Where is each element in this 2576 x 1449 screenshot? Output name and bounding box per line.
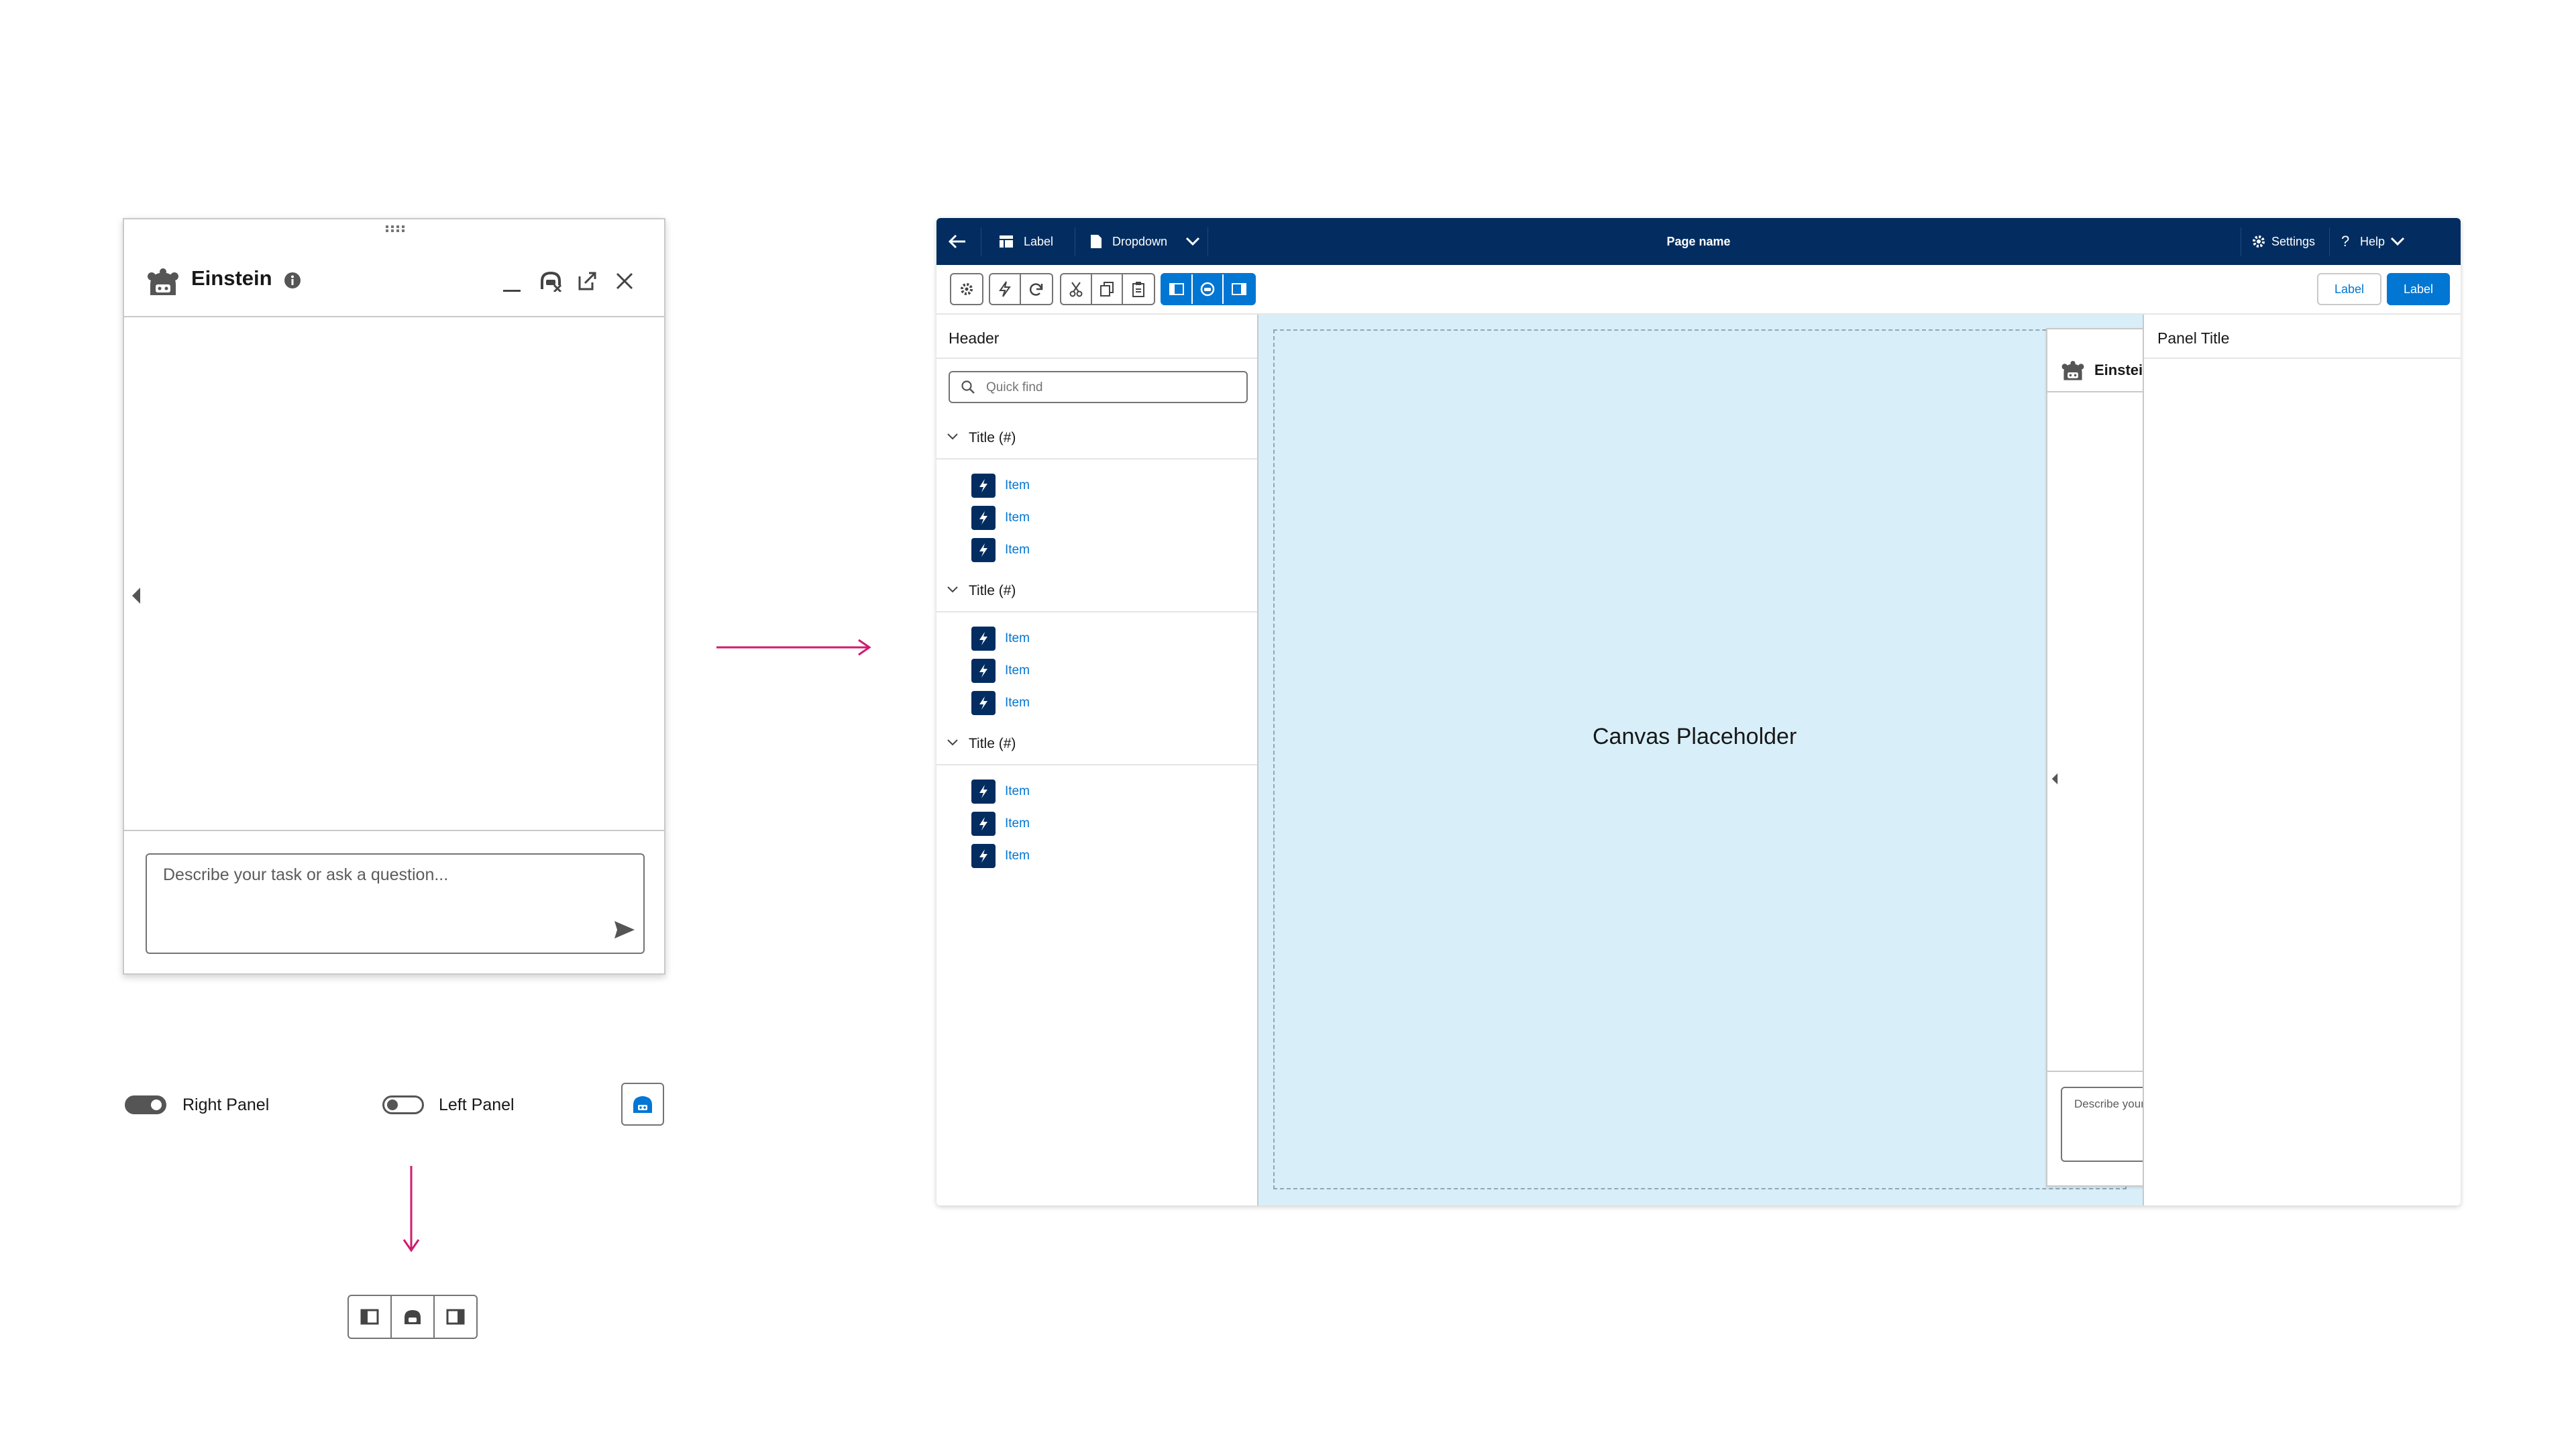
help-button[interactable]: Help: [2360, 218, 2385, 265]
close-icon[interactable]: [612, 269, 637, 293]
global-header: Label Dropdown Page name Settings ? Help: [936, 218, 2461, 265]
panel-toggle-group: [1161, 273, 1256, 305]
right-panel-toggle[interactable]: [125, 1095, 166, 1114]
right-panel-button[interactable]: [435, 1296, 476, 1338]
redo-button[interactable]: [1021, 274, 1052, 304]
einstein-floating-panel: Einstein Describe your task or ask a que…: [123, 218, 665, 975]
einstein-icon: [146, 268, 180, 297]
gear-icon: [2251, 234, 2266, 249]
app-window: Label Dropdown Page name Settings ? Help: [936, 218, 2461, 1205]
einstein-button[interactable]: [392, 1296, 435, 1338]
panel-title: Einstein: [191, 266, 272, 290]
clipboard-group: [1060, 273, 1155, 305]
left-panel-label: Left Panel: [439, 1095, 515, 1114]
collapse-left-icon[interactable]: [2050, 772, 2059, 786]
input-placeholder: Describe your task or ask a question...: [163, 865, 449, 884]
lightning-icon: [971, 474, 996, 498]
left-panel-button[interactable]: [349, 1296, 392, 1338]
collapse-left-icon[interactable]: [131, 587, 142, 604]
copy-button[interactable]: [1092, 274, 1123, 304]
right-arrow-icon: [716, 637, 872, 657]
info-icon[interactable]: [282, 270, 303, 290]
section-title[interactable]: Title (#): [936, 568, 1257, 612]
panel-header: Einstein: [124, 239, 664, 317]
question-input[interactable]: Describe your task or ask a question...: [146, 853, 645, 954]
list-item[interactable]: Item: [971, 779, 1030, 804]
section-title[interactable]: Title (#): [936, 721, 1257, 765]
left-panel-toggle-button[interactable]: [1162, 274, 1193, 304]
neutral-label-button[interactable]: Label: [2317, 273, 2381, 305]
list-item[interactable]: Item: [971, 505, 1030, 531]
canvas-dropzone: [1273, 329, 2127, 1189]
chevron-down-icon: [946, 737, 959, 748]
properties-panel: Panel Title: [2143, 315, 2461, 1205]
help-chevron-down-icon[interactable]: [2390, 233, 2406, 250]
palette-header: Header: [936, 315, 1257, 359]
component-palette: Header Quick find Title (#) Item Item It…: [936, 315, 1258, 1205]
lightning-icon: [971, 691, 996, 715]
list-item[interactable]: Item: [971, 843, 1030, 869]
list-item[interactable]: Item: [971, 811, 1030, 837]
builder-toolbar: Label Label: [936, 265, 2461, 315]
einstein-off-icon[interactable]: [537, 268, 564, 294]
label-link[interactable]: Label: [1024, 218, 1053, 265]
list-item[interactable]: Item: [971, 626, 1030, 651]
list-item[interactable]: Item: [971, 537, 1030, 563]
canvas-placeholder: Canvas Placeholder: [1593, 724, 1797, 749]
table-icon: [998, 233, 1014, 250]
left-panel-toggle[interactable]: [382, 1095, 424, 1114]
right-panel-toggle-button[interactable]: [1224, 274, 1254, 304]
einstein-toggle-button[interactable]: [1193, 274, 1224, 304]
lightning-button[interactable]: [990, 274, 1021, 304]
lightning-icon: [971, 659, 996, 683]
cut-button[interactable]: [1061, 274, 1092, 304]
popout-icon[interactable]: [575, 269, 599, 293]
lightning-icon: [971, 538, 996, 562]
lightning-icon: [971, 506, 996, 530]
quick-find-placeholder: Quick find: [986, 380, 1043, 394]
brand-label-button[interactable]: Label: [2387, 273, 2450, 305]
list-item[interactable]: Item: [971, 658, 1030, 684]
chevron-down-icon: [946, 431, 959, 442]
page-name: Page name: [1666, 235, 1731, 248]
right-panel-label: Right Panel: [182, 1095, 270, 1114]
lightning-icon: [971, 780, 996, 804]
list-item[interactable]: Item: [971, 473, 1030, 498]
panel-layout-button-group: [347, 1295, 478, 1339]
einstein-launch-button[interactable]: [621, 1083, 664, 1126]
composer: Describe your task or ask a question...: [124, 830, 664, 975]
back-arrow-icon[interactable]: [946, 230, 969, 253]
panel-title: Panel Title: [2144, 315, 2461, 359]
lightning-icon: [971, 844, 996, 868]
settings-group: [950, 273, 983, 305]
send-icon[interactable]: [612, 919, 637, 941]
drag-grip-icon[interactable]: [386, 225, 405, 232]
lightning-icon: [971, 627, 996, 651]
chevron-down-icon[interactable]: [1185, 233, 1201, 250]
canvas[interactable]: Canvas Placeholder Einstein Describe you…: [1258, 315, 2447, 1205]
search-icon: [961, 380, 975, 394]
gear-button[interactable]: [951, 274, 982, 304]
einstein-icon: [2059, 360, 2086, 382]
chevron-down-icon: [946, 584, 959, 595]
lightning-icon: [971, 812, 996, 836]
list-item[interactable]: Item: [971, 690, 1030, 716]
minimize-icon[interactable]: [500, 270, 524, 294]
dropdown-button[interactable]: Dropdown: [1112, 218, 1167, 265]
document-icon: [1088, 233, 1104, 250]
settings-button[interactable]: Settings: [2271, 218, 2315, 265]
question-icon: ?: [2341, 233, 2350, 250]
action-group: [989, 273, 1053, 305]
down-arrow-icon: [401, 1166, 421, 1253]
quick-find-input[interactable]: Quick find: [949, 371, 1248, 403]
section-title[interactable]: Title (#): [936, 415, 1257, 460]
paste-button[interactable]: [1123, 274, 1154, 304]
